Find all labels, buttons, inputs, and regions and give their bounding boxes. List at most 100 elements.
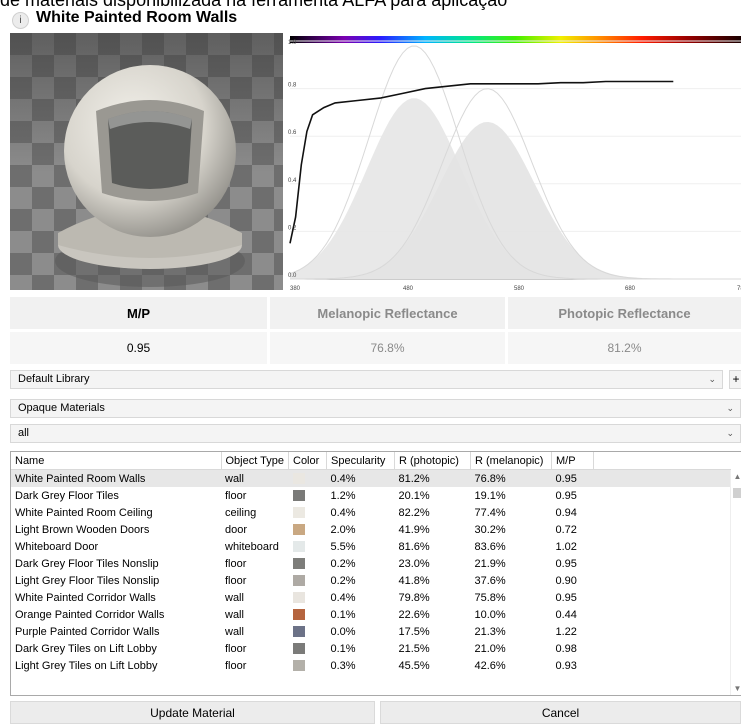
add-library-button[interactable]: + bbox=[729, 370, 741, 389]
table-row[interactable]: Purple Painted Corridor Walls wall 0.0% 17.… bbox=[11, 623, 731, 640]
cell-r-photopic: 82.2% bbox=[398, 506, 430, 519]
color-swatch bbox=[292, 524, 305, 536]
cell-specularity: 0.4% bbox=[330, 506, 356, 519]
cell-object-type: floor bbox=[225, 659, 247, 672]
cell-specularity: 0.0% bbox=[330, 625, 356, 638]
cell-color bbox=[289, 572, 327, 589]
cell-blank bbox=[594, 487, 731, 504]
cell-name: Whiteboard Door bbox=[15, 540, 99, 553]
cell-blank bbox=[594, 521, 731, 538]
table-row[interactable]: Light Grey Floor Tiles Nonslip floor 0.2% 4… bbox=[11, 572, 731, 589]
cell-specularity: 0.2% bbox=[330, 557, 356, 570]
cell-blank bbox=[594, 589, 731, 606]
column-header-specularity[interactable]: Specularity bbox=[326, 452, 395, 470]
cell-name: Dark Grey Floor Tiles bbox=[15, 489, 119, 502]
category-dropdown[interactable]: Opaque Materials ⌄ bbox=[10, 399, 741, 418]
photopic-reflectance-header: Photopic Reflectance bbox=[508, 297, 741, 329]
x-tick-label: 680 bbox=[625, 286, 636, 292]
cell-specularity: 1.2% bbox=[330, 489, 356, 502]
cell-object-type: wall bbox=[225, 591, 244, 604]
column-header-r-melanopic[interactable]: R (melanopic) bbox=[470, 452, 552, 470]
update-material-button[interactable]: Update Material bbox=[10, 701, 375, 724]
cell-r-melanopic: 42.6% bbox=[474, 659, 506, 672]
y-tick-label: 0.0 bbox=[288, 273, 297, 279]
cell-specularity: 2.0% bbox=[330, 523, 356, 536]
column-header-mp[interactable]: M/P bbox=[551, 452, 594, 470]
scroll-up-icon[interactable]: ▲ bbox=[731, 472, 741, 481]
cell-color bbox=[289, 657, 327, 674]
cell-object-type: floor bbox=[225, 574, 247, 587]
x-tick-label: 580 bbox=[514, 286, 525, 292]
color-swatch bbox=[292, 558, 305, 570]
table-row[interactable]: Dark Grey Floor Tiles floor 1.2% 20.1% 19.1%… bbox=[11, 487, 731, 504]
table-row[interactable]: Light Grey Tiles on Lift Lobby floor 0.3% 4… bbox=[11, 657, 731, 674]
category-dropdown-value: Opaque Materials bbox=[18, 402, 105, 414]
cell-color bbox=[289, 623, 327, 640]
y-tick-label: 1.0 bbox=[288, 40, 297, 46]
table-scrollbar[interactable]: ▲ ▼ bbox=[730, 470, 741, 695]
table-row[interactable]: Dark Grey Tiles on Lift Lobby floor 0.1% 21… bbox=[11, 640, 731, 657]
y-tick-label: 0.8 bbox=[288, 83, 297, 89]
cell-mp: 0.93 bbox=[555, 659, 577, 672]
cell-mp: 0.95 bbox=[555, 591, 577, 604]
chevron-down-icon: ⌄ bbox=[708, 374, 716, 384]
mp-value: 0.95 bbox=[10, 332, 267, 364]
column-header-r-photopic[interactable]: R (photopic) bbox=[394, 452, 471, 470]
scroll-down-icon[interactable]: ▼ bbox=[731, 684, 741, 693]
library-dropdown[interactable]: Default Library ⌄ bbox=[10, 370, 723, 389]
x-axis-ticks: 380 480 580 680 78 bbox=[290, 286, 741, 292]
cell-r-photopic: 81.2% bbox=[394, 469, 471, 487]
table-row[interactable]: White Painted Room Walls wall 0.4% 81.2% 76.… bbox=[11, 469, 731, 487]
cell-color bbox=[289, 555, 327, 572]
cell-color bbox=[289, 589, 327, 606]
cell-object-type: floor bbox=[225, 557, 247, 570]
cell-mp: 0.72 bbox=[555, 523, 577, 536]
column-header-name[interactable]: Name bbox=[11, 452, 222, 470]
cell-r-photopic: 81.6% bbox=[398, 540, 430, 553]
cell-blank bbox=[594, 606, 731, 623]
cell-specularity: 5.5% bbox=[330, 540, 356, 553]
cell-r-melanopic: 21.3% bbox=[474, 625, 506, 638]
column-header-color[interactable]: Color bbox=[288, 452, 327, 470]
cell-r-melanopic: 10.0% bbox=[474, 608, 506, 621]
cell-specularity: 0.4% bbox=[326, 469, 395, 487]
table-row[interactable]: Dark Grey Floor Tiles Nonslip floor 0.2% 23… bbox=[11, 555, 731, 572]
color-swatch bbox=[292, 643, 305, 655]
cell-r-melanopic: 83.6% bbox=[474, 540, 506, 553]
color-swatch bbox=[292, 660, 305, 672]
chevron-down-icon: ⌄ bbox=[726, 403, 734, 413]
cell-r-melanopic: 21.0% bbox=[474, 642, 506, 655]
cell-color bbox=[289, 538, 327, 555]
y-tick-label: 0.4 bbox=[288, 178, 297, 184]
cell-mp: 0.44 bbox=[555, 608, 577, 621]
cell-color bbox=[288, 469, 327, 487]
cell-blank bbox=[594, 504, 731, 521]
cell-r-photopic: 21.5% bbox=[398, 642, 430, 655]
table-header-row: Name Object Type Color Specularity R (ph… bbox=[11, 452, 731, 470]
cell-color bbox=[289, 521, 327, 538]
table-row[interactable]: Orange Painted Corridor Walls wall 0.1% 22.… bbox=[11, 606, 731, 623]
scrollbar-thumb[interactable] bbox=[733, 488, 741, 498]
cell-specularity: 0.1% bbox=[330, 642, 356, 655]
filter-dropdown[interactable]: all ⌄ bbox=[10, 424, 741, 443]
table-row[interactable]: Whiteboard Door whiteboard 5.5% 81.6% 83.6% 1… bbox=[11, 538, 731, 555]
cell-object-type: whiteboard bbox=[225, 540, 279, 553]
cell-object-type: door bbox=[225, 523, 248, 536]
table-row[interactable]: White Painted Room Ceiling ceiling 0.4% 82.… bbox=[11, 504, 731, 521]
cell-r-photopic: 45.5% bbox=[398, 659, 430, 672]
cell-mp: 1.02 bbox=[555, 540, 577, 553]
color-swatch bbox=[292, 575, 305, 587]
filter-dropdown-value: all bbox=[18, 427, 30, 439]
cell-r-photopic: 22.6% bbox=[398, 608, 430, 621]
cancel-button[interactable]: Cancel bbox=[380, 701, 741, 724]
info-icon[interactable]: i bbox=[12, 12, 29, 29]
cell-r-melanopic: 19.1% bbox=[474, 489, 506, 502]
chevron-down-icon: ⌄ bbox=[726, 428, 734, 438]
column-header-object-type[interactable]: Object Type bbox=[221, 452, 289, 470]
cell-name: White Painted Corridor Walls bbox=[15, 591, 156, 604]
cell-r-photopic: 41.9% bbox=[398, 523, 430, 536]
table-row[interactable]: Light Brown Wooden Doors door 2.0% 41.9% 30.… bbox=[11, 521, 731, 538]
color-swatch bbox=[292, 541, 305, 553]
table-row[interactable]: White Painted Corridor Walls wall 0.4% 79.8… bbox=[11, 589, 731, 606]
cell-mp: 0.95 bbox=[555, 489, 577, 502]
